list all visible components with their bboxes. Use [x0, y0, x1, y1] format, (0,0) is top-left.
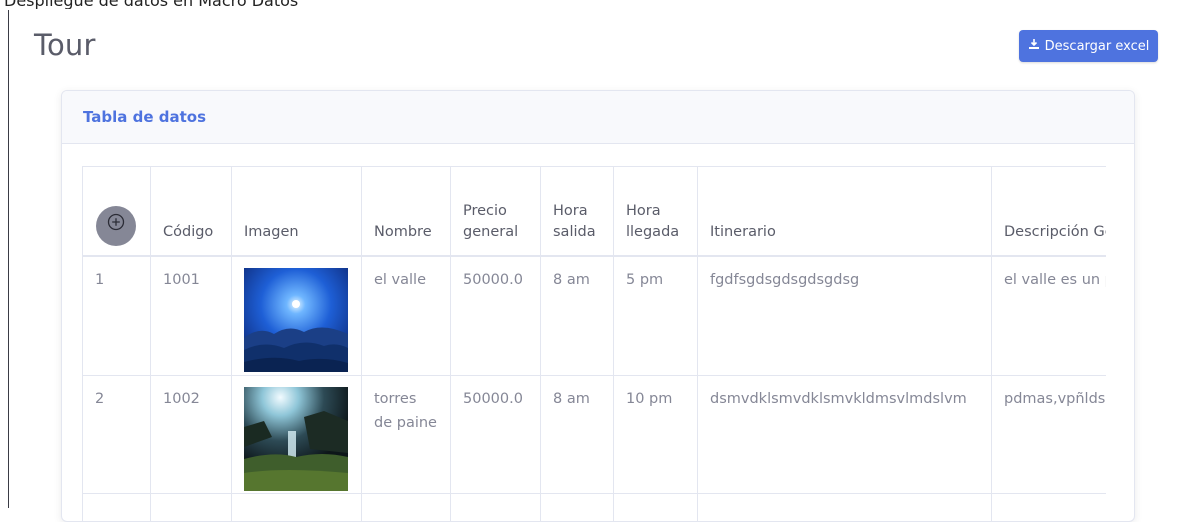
cell-hora-salida: 8 am — [541, 376, 614, 494]
table-container[interactable]: Código Imagen Nombre Precio general Hora… — [82, 166, 1106, 522]
header-hora-salida[interactable]: Hora salida — [541, 167, 614, 257]
cell-nombre: el valle — [362, 256, 451, 376]
cell-descripcion: pdmas,vpñldsn — [992, 376, 1107, 494]
header-hora-llegada[interactable]: Hora llegada — [614, 167, 698, 257]
cell-nombre: torres de paine — [362, 376, 451, 494]
cell-imagen — [232, 376, 362, 494]
plus-circle-icon — [106, 212, 126, 239]
add-button[interactable] — [96, 206, 136, 246]
left-border — [8, 10, 9, 508]
tour-image[interactable] — [244, 387, 348, 491]
header-nombre[interactable]: Nombre — [362, 167, 451, 257]
data-card: Tabla de datos Código — [61, 90, 1135, 522]
header-precio[interactable]: Precio general — [451, 167, 541, 257]
table-row[interactable]: 2 1002 — [83, 376, 1107, 494]
download-excel-button[interactable]: Descargar excel — [1019, 30, 1158, 62]
header-itinerario[interactable]: Itinerario — [698, 167, 992, 257]
header-imagen[interactable]: Imagen — [232, 167, 362, 257]
header-descripcion[interactable]: Descripción Ge — [992, 167, 1107, 257]
cell-index: 1 — [83, 256, 151, 376]
card-header: Tabla de datos — [62, 91, 1134, 144]
cell-precio: 50000.0 — [451, 376, 541, 494]
add-column-header — [83, 167, 151, 257]
cell-itinerario: fgdfsgdsgdsgdsgdsg — [698, 256, 992, 376]
download-icon — [1028, 38, 1040, 54]
cell-hora-llegada: 10 pm — [614, 376, 698, 494]
page-title: Tour — [34, 28, 96, 62]
cell-itinerario: dsmvdklsmvdklsmvkldmsvlmdslvm — [698, 376, 992, 494]
header-codigo[interactable]: Código — [151, 167, 232, 257]
top-partial-text: Despliegue de datos en Macro Datos — [0, 0, 1183, 9]
cell-codigo: 1001 — [151, 256, 232, 376]
table-row[interactable]: 1 1001 — [83, 256, 1107, 376]
tour-table: Código Imagen Nombre Precio general Hora… — [82, 166, 1106, 522]
download-excel-label: Descargar excel — [1045, 39, 1150, 54]
page-top-text: Despliegue de datos en Macro Datos — [4, 0, 298, 9]
cell-precio: 50000.0 — [451, 256, 541, 376]
cell-descripcion: el valle es un p — [992, 256, 1107, 376]
cell-hora-llegada: 5 pm — [614, 256, 698, 376]
cell-hora-salida: 8 am — [541, 256, 614, 376]
cell-codigo: 1002 — [151, 376, 232, 494]
table-header-row: Código Imagen Nombre Precio general Hora… — [83, 167, 1107, 257]
cell-index: 2 — [83, 376, 151, 494]
cell-imagen — [232, 256, 362, 376]
tour-image[interactable] — [244, 268, 348, 372]
card-title: Tabla de datos — [83, 108, 206, 126]
